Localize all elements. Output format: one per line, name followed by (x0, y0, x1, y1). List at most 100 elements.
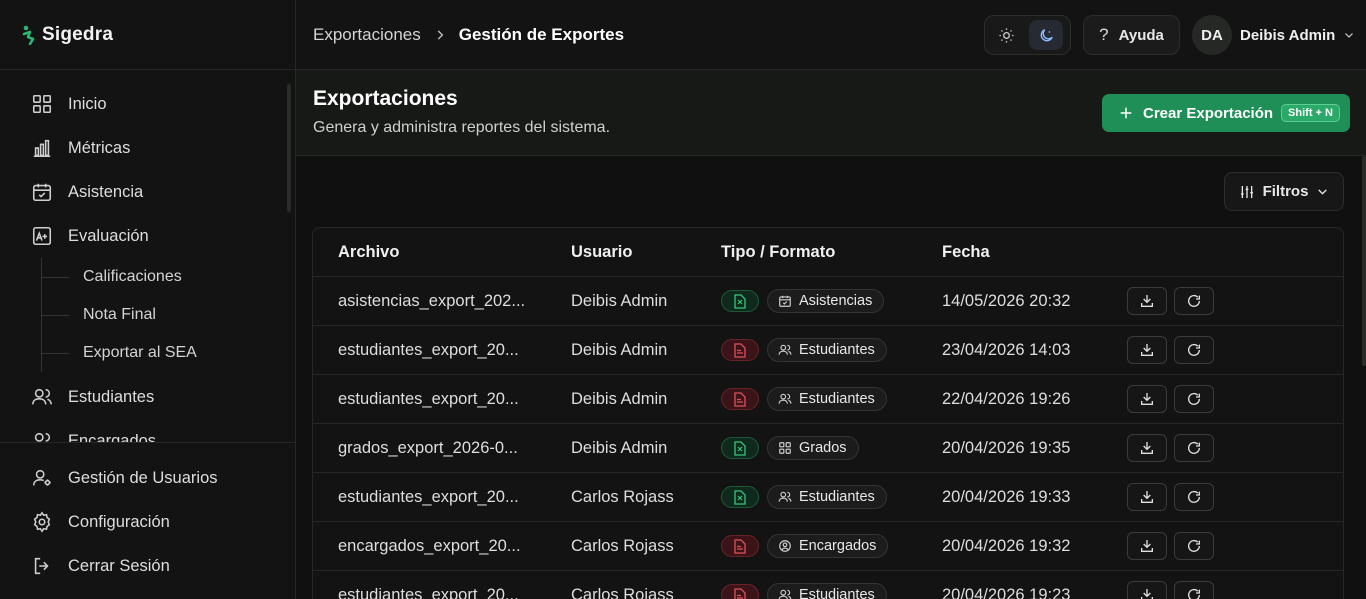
page-header: Exportaciones Genera y administra report… (296, 70, 1366, 156)
download-button[interactable] (1127, 483, 1167, 511)
type-tag: Estudiantes (767, 583, 887, 599)
sidebar-bottom: Gestión de Usuarios Configuración Cerrar… (0, 442, 296, 588)
download-icon (1141, 540, 1153, 552)
type-format-cell: Encargados (721, 534, 942, 558)
logout-icon (34, 557, 49, 575)
theme-toggle (984, 15, 1071, 55)
download-icon (1141, 393, 1153, 405)
sliders-icon (1240, 185, 1253, 198)
keyboard-shortcut: Shift + N (1281, 104, 1340, 122)
xls-file-icon (734, 489, 746, 505)
date-cell: 14/05/2026 20:32 (942, 291, 1071, 310)
pdf-file-icon (734, 342, 746, 358)
sidebar-item-evaluacion[interactable]: Evaluación (0, 214, 296, 258)
type-format-cell: Estudiantes (721, 338, 942, 362)
sidebar-item-metricas[interactable]: Métricas (0, 126, 296, 170)
type-tag: Estudiantes (767, 485, 887, 509)
pdf-file-icon (734, 587, 746, 599)
sidebar-item-inicio[interactable]: Inicio (0, 82, 296, 126)
sidebar-scrollbar[interactable] (287, 84, 291, 212)
refresh-icon (1188, 392, 1200, 405)
dark-theme-button[interactable] (1029, 20, 1063, 50)
sidebar-item-encargados[interactable]: Encargados (0, 419, 296, 442)
file-name: estudiantes_export_20... (338, 585, 519, 599)
download-button[interactable] (1127, 532, 1167, 560)
type-tag: Grados (767, 436, 859, 460)
user-menu[interactable]: DA Deibis Admin (1192, 14, 1355, 56)
sidebar-subitem-exportar-sea[interactable]: Exportar al SEA (42, 334, 296, 372)
download-icon (1141, 442, 1153, 454)
table-row: estudiantes_export_20... Carlos Rojass E… (313, 571, 1343, 599)
regenerate-button[interactable] (1174, 287, 1214, 315)
calendar-check-icon (779, 295, 791, 307)
sidebar-item-label: Asistencia (68, 182, 144, 201)
sidebar-item-gestion-usuarios[interactable]: Gestión de Usuarios (0, 456, 296, 500)
regenerate-button[interactable] (1174, 336, 1214, 364)
sidebar-item-asistencia[interactable]: Asistencia (0, 170, 296, 214)
evaluacion-submenu: Calificaciones Nota Final Exportar al SE… (41, 258, 296, 372)
main-content: Filtros Archivo Usuario Tipo / Formato F… (296, 156, 1366, 599)
sidebar-item-cerrar-sesion[interactable]: Cerrar Sesión (0, 544, 296, 588)
date-cell: 20/04/2026 19:23 (942, 585, 1071, 599)
page-subtitle: Genera y administra reportes del sistema… (313, 119, 611, 136)
table-row: encargados_export_20... Carlos Rojass En… (313, 522, 1343, 571)
download-button[interactable] (1127, 287, 1167, 315)
row-actions (1127, 581, 1214, 599)
sidebar-subitem-calificaciones[interactable]: Calificaciones (42, 258, 296, 296)
refresh-icon (1188, 588, 1200, 599)
file-name: encargados_export_20... (338, 536, 521, 555)
xls-file-icon (734, 440, 746, 456)
sidebar-item-estudiantes[interactable]: Estudiantes (0, 375, 296, 419)
column-header-fecha: Fecha (942, 242, 990, 261)
content-scrollbar[interactable] (1362, 156, 1366, 366)
create-export-button[interactable]: Crear Exportación Shift + N (1102, 94, 1350, 132)
row-actions (1127, 287, 1214, 315)
type-tag: Estudiantes (767, 387, 887, 411)
breadcrumb: Exportaciones Gestión de Exportes (296, 25, 624, 45)
plus-icon (1120, 107, 1132, 119)
regenerate-button[interactable] (1174, 483, 1214, 511)
type-format-cell: Asistencias (721, 289, 942, 313)
type-label: Estudiantes (799, 489, 875, 505)
sidebar-item-label: Configuración (68, 512, 170, 531)
bar-chart-icon (33, 139, 51, 158)
sidebar-item-configuracion[interactable]: Configuración (0, 500, 296, 544)
regenerate-button[interactable] (1174, 434, 1214, 462)
regenerate-button[interactable] (1174, 385, 1214, 413)
download-button[interactable] (1127, 385, 1167, 413)
download-button[interactable] (1127, 581, 1167, 599)
users-icon (778, 491, 792, 502)
pdf-file-icon (734, 538, 746, 554)
format-badge (721, 388, 759, 410)
help-button[interactable]: ? Ayuda (1083, 15, 1180, 55)
download-button[interactable] (1127, 434, 1167, 462)
light-theme-button[interactable] (989, 20, 1023, 50)
users-icon (778, 344, 792, 355)
file-name: estudiantes_export_20... (338, 389, 519, 408)
regenerate-button[interactable] (1174, 581, 1214, 599)
sidebar-subitem-nota-final[interactable]: Nota Final (42, 296, 296, 334)
refresh-icon (1188, 539, 1200, 552)
avatar: DA (1192, 15, 1232, 55)
regenerate-button[interactable] (1174, 532, 1214, 560)
download-icon (1141, 295, 1153, 307)
user-name: Deibis Admin (1240, 26, 1336, 44)
sidebar-item-label: Evaluación (68, 226, 149, 245)
logo[interactable]: Sigedra (0, 0, 295, 70)
download-button[interactable] (1127, 336, 1167, 364)
refresh-icon (1188, 294, 1200, 307)
sidebar-item-label: Inicio (68, 94, 107, 113)
breadcrumb-link[interactable]: Exportaciones (313, 25, 421, 45)
table-row: estudiantes_export_20... Deibis Admin Es… (313, 375, 1343, 424)
chevron-down-icon (1318, 189, 1328, 195)
type-tag: Encargados (767, 534, 889, 558)
type-label: Estudiantes (799, 587, 875, 599)
date-cell: 20/04/2026 19:32 (942, 536, 1071, 555)
users-icon (32, 388, 52, 405)
table-row: estudiantes_export_20... Carlos Rojass E… (313, 473, 1343, 522)
user-name-cell: Deibis Admin (571, 389, 668, 408)
table-row: grados_export_2026-0... Deibis Admin Gra… (313, 424, 1343, 473)
type-format-cell: Grados (721, 436, 942, 460)
column-header-usuario: Usuario (571, 242, 633, 261)
filters-button[interactable]: Filtros (1224, 172, 1344, 211)
